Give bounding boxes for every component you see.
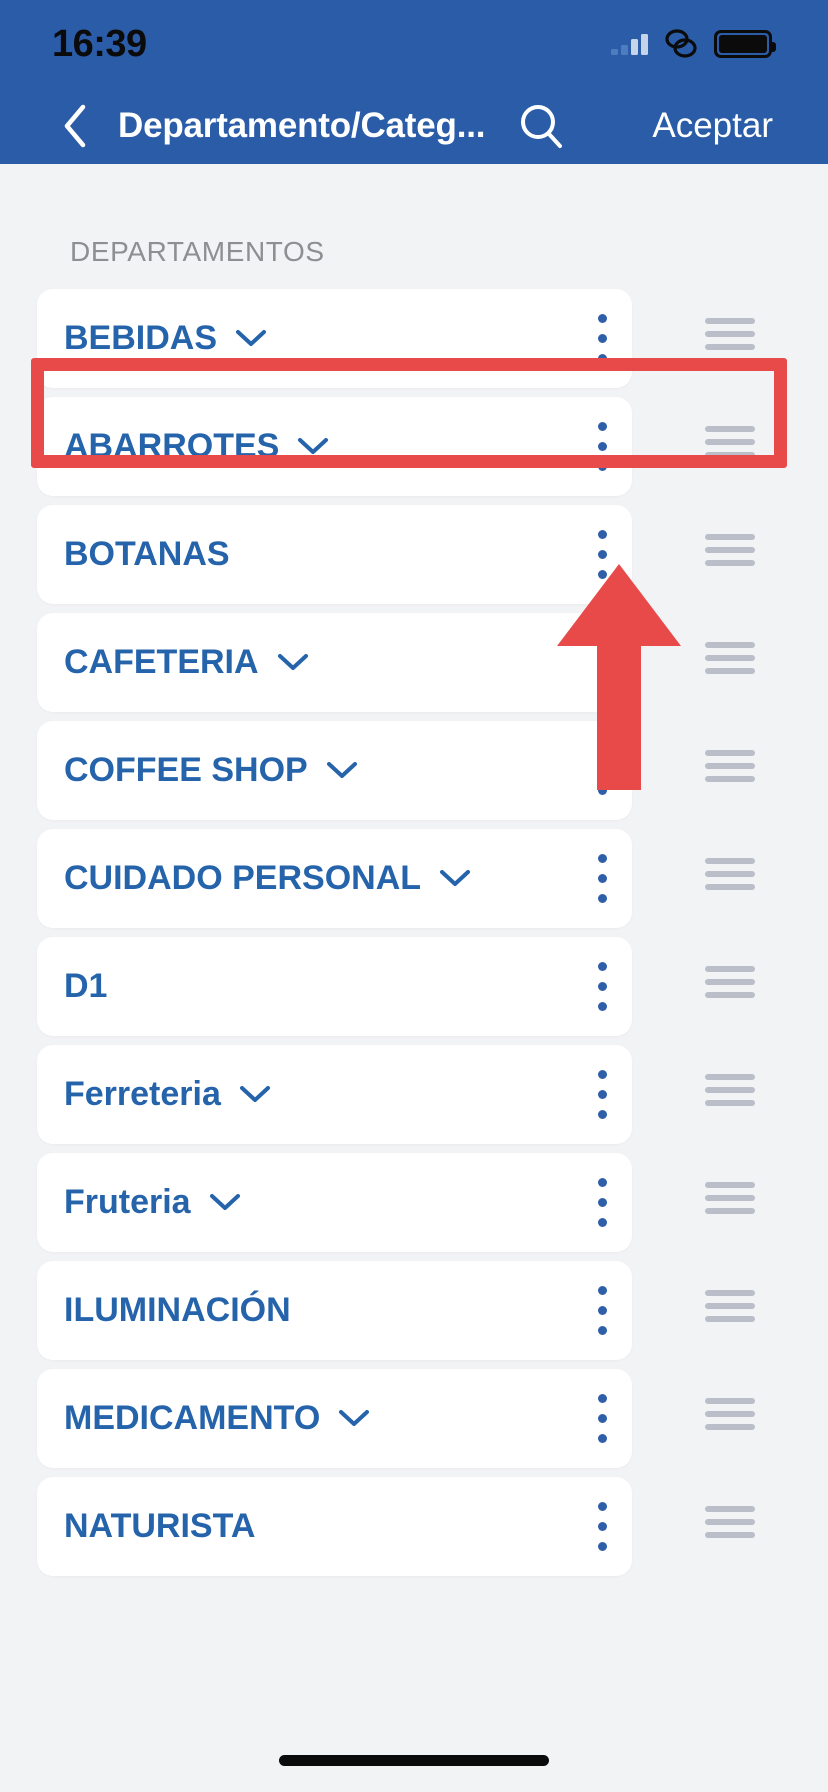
chevron-down-icon[interactable]	[239, 1084, 271, 1104]
chevron-down-icon[interactable]	[297, 436, 329, 456]
list-item[interactable]: COFFEE SHOP	[0, 716, 828, 824]
drag-handle-icon[interactable]	[703, 716, 757, 815]
drag-handle-icon[interactable]	[703, 1472, 757, 1571]
department-card[interactable]: CAFETERIA	[37, 612, 632, 712]
more-vertical-icon[interactable]	[572, 1369, 632, 1468]
department-label: ABARROTES	[64, 426, 280, 465]
search-button[interactable]	[515, 100, 567, 152]
more-vertical-icon[interactable]	[572, 1045, 632, 1144]
drag-handle-icon[interactable]	[703, 1040, 757, 1139]
drag-handle-icon[interactable]	[703, 608, 757, 707]
list-item[interactable]: Fruteria	[0, 1148, 828, 1256]
more-vertical-icon[interactable]	[572, 613, 632, 712]
department-card[interactable]: ABARROTES	[37, 396, 632, 496]
department-card[interactable]: D1	[37, 936, 632, 1036]
section-header-departamentos: DEPARTAMENTOS	[70, 236, 325, 267]
more-vertical-icon[interactable]	[572, 1477, 632, 1576]
list-item[interactable]: ABARROTES	[0, 392, 828, 500]
status-indicators	[611, 27, 776, 61]
list-item[interactable]: CAFETERIA	[0, 608, 828, 716]
status-time: 16:39	[52, 22, 147, 65]
list-item[interactable]: Ferreteria	[0, 1040, 828, 1148]
chevron-down-icon[interactable]	[277, 652, 309, 672]
drag-handle-icon[interactable]	[703, 1148, 757, 1247]
department-label: MEDICAMENTO	[64, 1398, 321, 1437]
department-card[interactable]: ILUMINACIÓN	[37, 1260, 632, 1360]
list-item[interactable]: NATURISTA	[0, 1472, 828, 1580]
department-card[interactable]: MEDICAMENTO	[37, 1368, 632, 1468]
department-label: Fruteria	[64, 1182, 191, 1221]
chevron-left-icon	[64, 104, 86, 148]
department-card[interactable]: NATURISTA	[37, 1476, 632, 1576]
drag-handle-icon[interactable]	[703, 284, 757, 383]
accept-button[interactable]: Aceptar	[652, 106, 773, 146]
list-item[interactable]: CUIDADO PERSONAL	[0, 824, 828, 932]
back-button[interactable]	[38, 103, 112, 149]
drag-handle-icon[interactable]	[703, 392, 757, 491]
department-card[interactable]: Ferreteria	[37, 1044, 632, 1144]
drag-handle-icon[interactable]	[703, 500, 757, 599]
more-vertical-icon[interactable]	[572, 829, 632, 928]
department-label: CAFETERIA	[64, 642, 259, 681]
department-label: BEBIDAS	[64, 318, 218, 357]
more-vertical-icon[interactable]	[572, 289, 632, 388]
list-item[interactable]: MEDICAMENTO	[0, 1364, 828, 1472]
chevron-down-icon[interactable]	[439, 868, 471, 888]
chevron-down-icon[interactable]	[326, 760, 358, 780]
more-vertical-icon[interactable]	[572, 721, 632, 820]
drag-handle-icon[interactable]	[703, 1256, 757, 1355]
drag-handle-icon[interactable]	[703, 1364, 757, 1463]
drag-handle-icon[interactable]	[703, 932, 757, 1031]
status-bar: 16:39	[0, 0, 828, 88]
home-indicator	[279, 1755, 549, 1766]
department-label: NATURISTA	[64, 1506, 256, 1545]
department-card[interactable]: COFFEE SHOP	[37, 720, 632, 820]
department-card[interactable]: BOTANAS	[37, 504, 632, 604]
departments-list: BEBIDAS ABARROTES BOTANAS CAFETERIA COFFEE S…	[0, 284, 828, 1580]
department-card[interactable]: BEBIDAS	[37, 288, 632, 388]
more-vertical-icon[interactable]	[572, 505, 632, 604]
more-vertical-icon[interactable]	[572, 937, 632, 1036]
battery-full-icon	[714, 30, 776, 58]
more-vertical-icon[interactable]	[572, 1153, 632, 1252]
department-label: D1	[64, 966, 108, 1005]
chain-link-icon	[665, 29, 697, 58]
more-vertical-icon[interactable]	[572, 397, 632, 496]
navigation-bar: Departamento/Categ... Aceptar	[0, 88, 828, 164]
list-item[interactable]: BEBIDAS	[0, 284, 828, 392]
department-label: COFFEE SHOP	[64, 750, 308, 789]
list-item[interactable]: D1	[0, 932, 828, 1040]
search-icon	[521, 105, 563, 148]
signal-bars-icon	[611, 33, 648, 55]
department-label: ILUMINACIÓN	[64, 1290, 291, 1329]
chevron-down-icon[interactable]	[209, 1192, 241, 1212]
chevron-down-icon[interactable]	[338, 1408, 370, 1428]
department-label: BOTANAS	[64, 534, 230, 573]
drag-handle-icon[interactable]	[703, 824, 757, 923]
department-label: CUIDADO PERSONAL	[64, 858, 422, 897]
page-title: Departamento/Categ...	[118, 106, 486, 145]
department-card[interactable]: CUIDADO PERSONAL	[37, 828, 632, 928]
list-item[interactable]: ILUMINACIÓN	[0, 1256, 828, 1364]
list-item[interactable]: BOTANAS	[0, 500, 828, 608]
more-vertical-icon[interactable]	[572, 1261, 632, 1360]
department-label: Ferreteria	[64, 1074, 221, 1113]
chevron-down-icon[interactable]	[235, 328, 267, 348]
department-card[interactable]: Fruteria	[37, 1152, 632, 1252]
